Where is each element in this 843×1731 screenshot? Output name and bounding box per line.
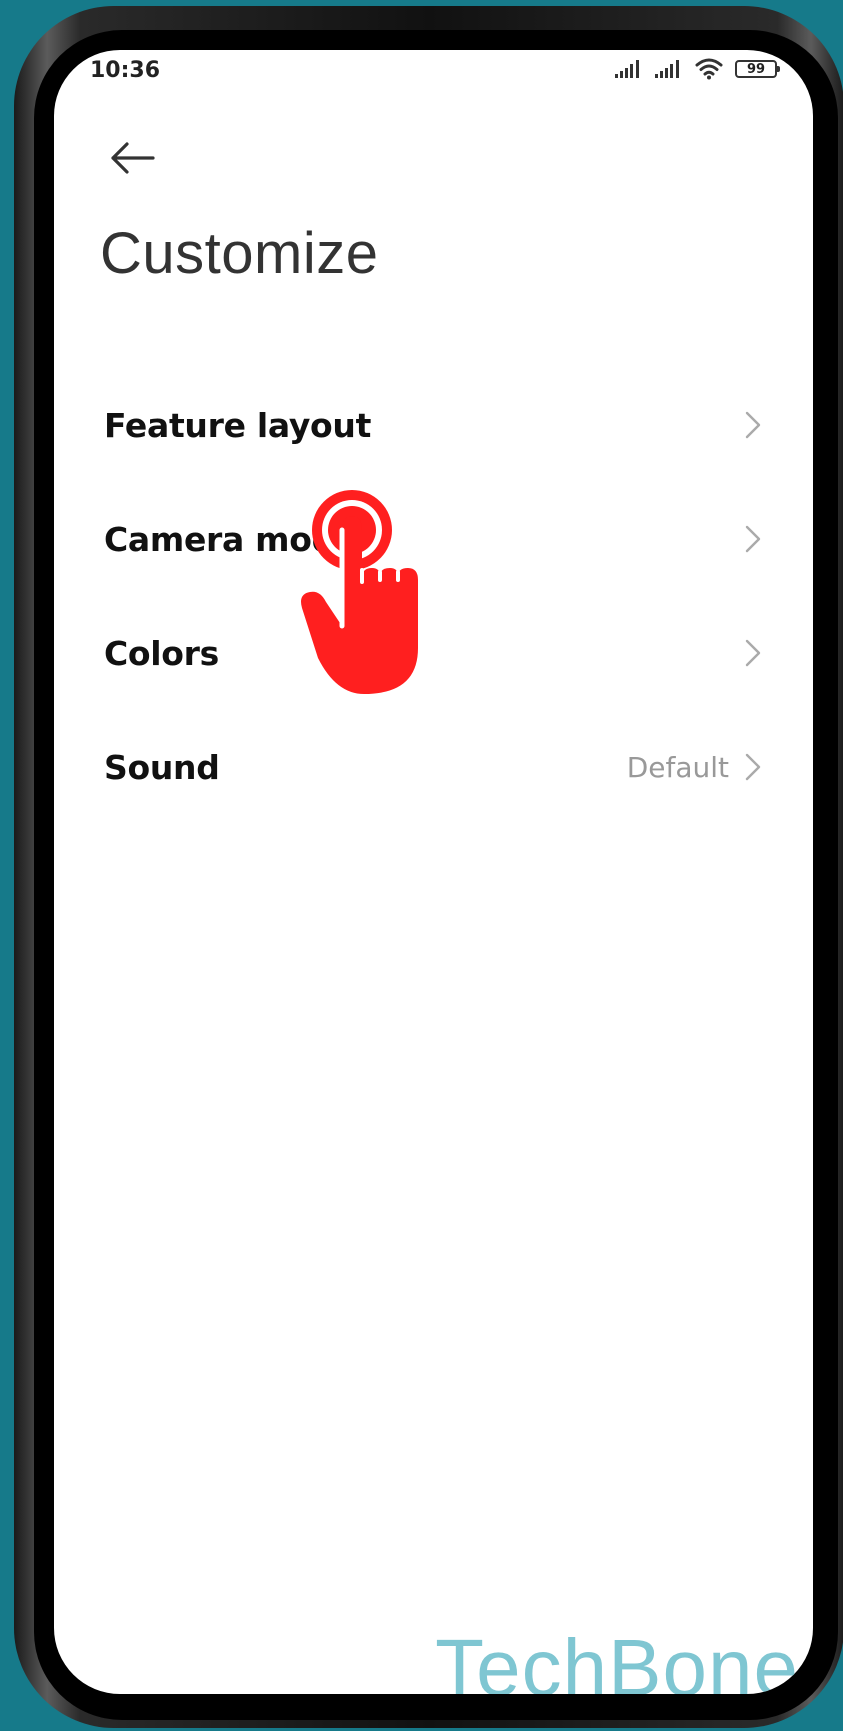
setting-right [729, 636, 763, 670]
signal-icon [615, 60, 639, 78]
setting-label: Colors [104, 633, 219, 673]
chevron-right-icon [743, 636, 763, 670]
page-title: Customize [100, 221, 379, 286]
setting-colors[interactable]: Colors [54, 596, 813, 710]
setting-right [729, 408, 763, 442]
setting-camera-modes[interactable]: Camera modes [54, 482, 813, 596]
phone-screen: 10:36 99 Customize Feature layout Camera… [54, 50, 813, 1694]
battery-icon: 99 [735, 60, 780, 78]
chevron-right-icon [743, 408, 763, 442]
arrow-left-icon [111, 142, 155, 174]
back-button[interactable] [104, 130, 160, 186]
chevron-right-icon [743, 750, 763, 784]
chevron-right-icon [743, 522, 763, 556]
settings-list: Feature layout Camera modes Colors Sound… [54, 368, 813, 824]
status-icons: 99 [615, 58, 780, 80]
setting-right: Default [627, 750, 763, 784]
setting-value: Default [626, 750, 729, 784]
signal-icon [655, 60, 679, 78]
wifi-icon [695, 58, 723, 80]
setting-feature-layout[interactable]: Feature layout [54, 368, 813, 482]
setting-sound[interactable]: Sound Default [54, 710, 813, 824]
battery-level: 99 [746, 61, 766, 77]
status-time: 10:36 [90, 58, 161, 83]
tap-hand-icon [301, 490, 418, 694]
status-bar: 10:36 99 [54, 50, 813, 94]
setting-label: Sound [104, 747, 220, 787]
setting-label: Feature layout [104, 405, 372, 445]
watermark: TechBone [435, 1623, 799, 1694]
setting-right [729, 522, 763, 556]
